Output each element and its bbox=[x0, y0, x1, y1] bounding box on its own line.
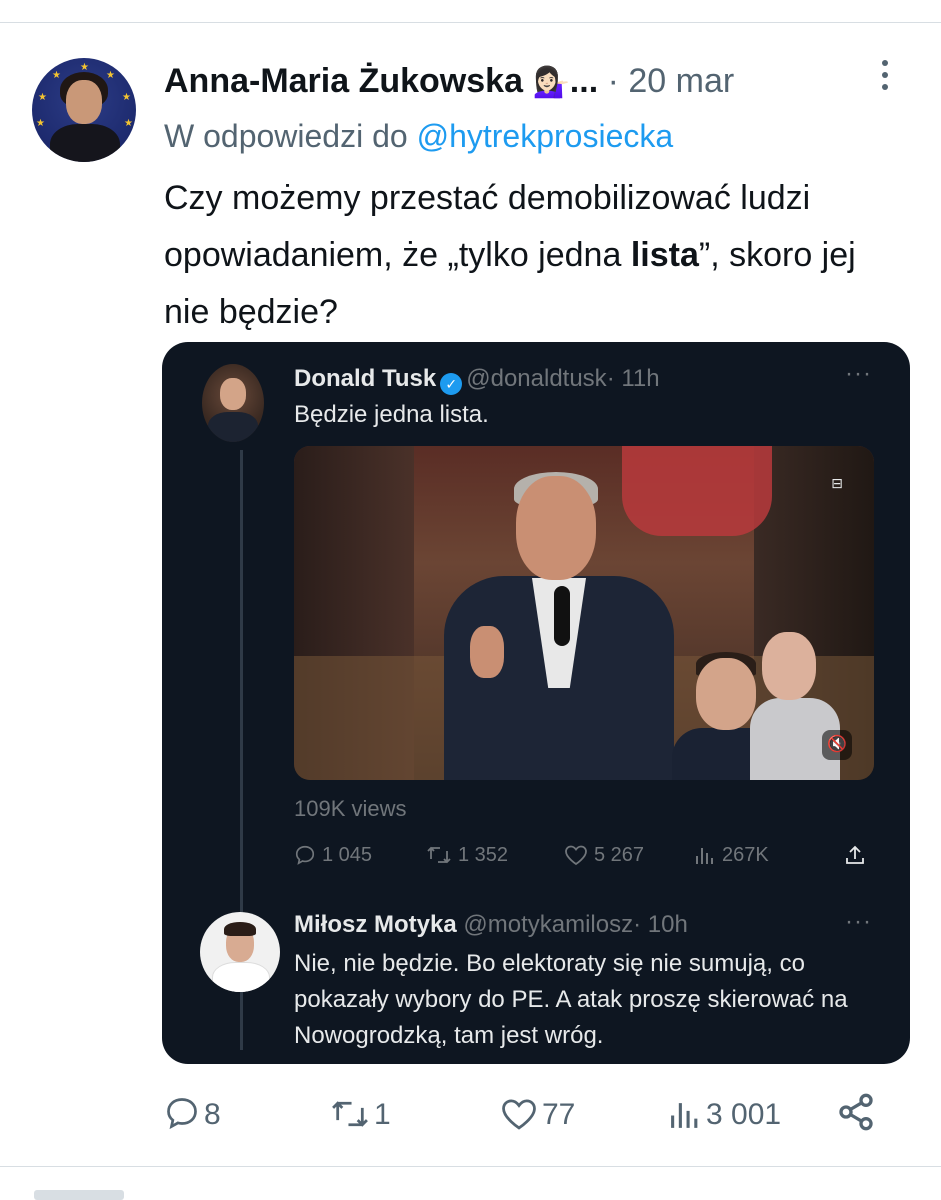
views-button[interactable]: 3 001 bbox=[668, 1092, 781, 1138]
tusk-avatar bbox=[202, 364, 264, 442]
tweet-text-bold: lista bbox=[630, 236, 699, 274]
reply-icon bbox=[167, 1098, 197, 1130]
post2-time: · 10h bbox=[633, 911, 688, 938]
post2-name: Miłosz Motyka bbox=[294, 911, 457, 938]
post1-actions: 1 045 1 352 5 267 267K bbox=[294, 840, 884, 870]
more-options-icon[interactable] bbox=[875, 60, 895, 100]
post1-handle: @donaldtusk bbox=[466, 365, 607, 392]
post1-text: Będzie jedna lista. bbox=[294, 401, 489, 428]
post2-text: Nie, nie będzie. Bo elektoraty się nie s… bbox=[294, 950, 848, 1049]
reply-icon bbox=[295, 845, 315, 865]
share-icon bbox=[846, 845, 864, 864]
post1-name: Donald Tusk bbox=[294, 365, 437, 392]
repost-icon bbox=[427, 846, 451, 864]
share-icon bbox=[839, 1093, 873, 1131]
eu-star-icon: ★ bbox=[80, 62, 89, 73]
motyka-avatar bbox=[200, 912, 280, 992]
reply-button[interactable]: 8 bbox=[164, 1092, 221, 1138]
top-divider bbox=[0, 22, 941, 23]
post1-repost: 1 352 bbox=[426, 840, 508, 870]
header-separator: · bbox=[598, 62, 629, 100]
post1-share bbox=[844, 840, 872, 870]
post1-header: Donald Tusk ✓ @donaldtusk· 11h bbox=[294, 362, 660, 396]
eu-star-icon: ★ bbox=[124, 118, 133, 129]
repost-button[interactable]: 1 bbox=[330, 1092, 391, 1138]
avatar-body bbox=[50, 124, 120, 162]
post1-reply-count: 1 045 bbox=[322, 844, 373, 866]
repost-icon bbox=[332, 1101, 368, 1127]
post1-like-count: 5 267 bbox=[594, 844, 645, 866]
heart-icon bbox=[502, 1099, 536, 1130]
video-thumbnail: ⊟ 🔇 bbox=[294, 446, 874, 780]
repost-count: 1 bbox=[374, 1098, 391, 1131]
post2-more-icon: ··· bbox=[845, 908, 872, 935]
views-chart-icon bbox=[671, 1103, 698, 1128]
post1-reply: 1 045 bbox=[294, 840, 372, 870]
name-ellipsis: ... bbox=[569, 62, 599, 100]
tweet-date[interactable]: 20 mar bbox=[628, 62, 734, 100]
share-button[interactable] bbox=[836, 1092, 880, 1138]
like-button[interactable]: 77 bbox=[500, 1092, 575, 1138]
post1-view-count: 267K bbox=[722, 844, 769, 866]
eu-star-icon: ★ bbox=[36, 118, 45, 129]
captions-icon: ⊟ bbox=[831, 475, 843, 491]
eu-star-icon: ★ bbox=[122, 92, 131, 103]
view-count: 3 001 bbox=[706, 1098, 782, 1131]
author-avatar[interactable]: ★ ★ ★ ★ ★ ★ ★ bbox=[32, 58, 136, 162]
avatar-face bbox=[66, 80, 102, 124]
eu-star-icon: ★ bbox=[106, 70, 115, 81]
eu-star-icon: ★ bbox=[38, 92, 47, 103]
verified-badge-icon: ✓ bbox=[440, 373, 463, 395]
post1-like: 5 267 bbox=[564, 840, 644, 870]
tweet-text: Czy możemy przestać demobilizować ludzi … bbox=[164, 170, 884, 341]
post1-more-icon: ··· bbox=[845, 360, 872, 387]
views-chart-icon bbox=[696, 848, 713, 864]
post1-repost-count: 1 352 bbox=[458, 844, 509, 866]
post1-views: 267K bbox=[694, 840, 769, 870]
bottom-divider bbox=[0, 1166, 941, 1167]
post2-handle: @motykamilosz bbox=[463, 911, 634, 938]
author-emoji: 💁🏻‍♀️ bbox=[532, 66, 570, 99]
reply-handle-link[interactable]: @hytrekprosiecka bbox=[417, 118, 674, 154]
like-count: 77 bbox=[542, 1098, 576, 1131]
reply-prefix: W odpowiedzi do bbox=[164, 118, 417, 154]
eu-star-icon: ★ bbox=[52, 70, 61, 81]
post2-header: Miłosz Motyka @motykamilosz· 10h bbox=[294, 908, 688, 942]
next-tweet-peek bbox=[34, 1190, 124, 1200]
post1-views-text: 109K views bbox=[294, 796, 407, 821]
embedded-screenshot[interactable]: Donald Tusk ✓ @donaldtusk· 11h ··· Będzie … bbox=[162, 342, 910, 1064]
heart-icon bbox=[565, 845, 587, 866]
reply-count: 8 bbox=[204, 1098, 221, 1131]
reply-context: W odpowiedzi do @hytrekprosiecka bbox=[164, 114, 673, 158]
tweet-action-bar: 8 1 77 3 001 bbox=[164, 1092, 904, 1138]
author-name[interactable]: Anna-Maria Żukowska bbox=[164, 62, 523, 100]
post1-time: · 11h bbox=[606, 365, 660, 392]
mute-icon: 🔇 bbox=[822, 730, 852, 760]
tweet-header: Anna-Maria Żukowska 💁🏻‍♀️... · 20 mar bbox=[164, 58, 864, 106]
